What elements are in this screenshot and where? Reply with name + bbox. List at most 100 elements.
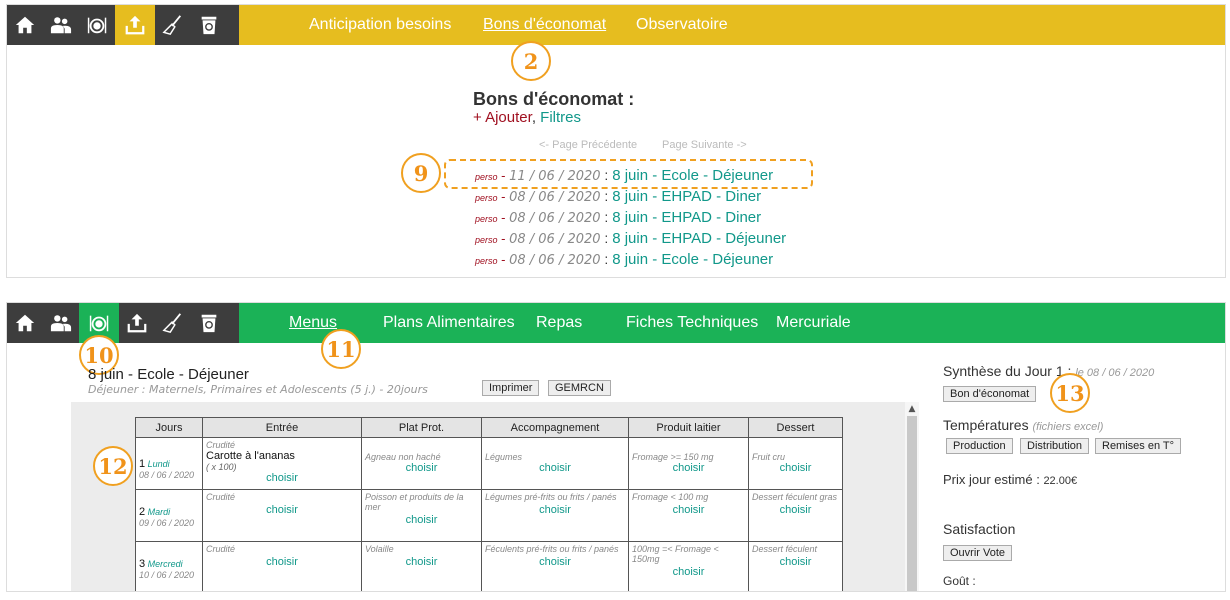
category-label: Agneau non haché [365, 452, 441, 462]
col-header-produit-laitier: Produit laitier [628, 417, 749, 438]
choose-link[interactable]: choisir [206, 504, 358, 516]
prix-jour: Prix jour estimé : 22.00€ [943, 472, 1077, 487]
recycle-bin-icon[interactable] [191, 303, 227, 343]
category-label: Volaille [365, 544, 394, 554]
temperatures-label: Températures [943, 417, 1029, 433]
category-label: Fruit cru [752, 452, 786, 462]
bon-title-link[interactable]: 8 juin - EHPAD - Déjeuner [612, 230, 786, 247]
bon-date: 08 / 06 / 2020 [509, 253, 601, 268]
menu-table: Jours Entrée Plat Prot. Accompagnement P… [135, 417, 843, 591]
choose-link[interactable]: choisir [485, 462, 625, 474]
broom-icon[interactable] [155, 303, 191, 343]
filters-link[interactable]: Filtres [540, 109, 581, 126]
choose-link[interactable]: choisir [365, 556, 478, 568]
bon-title-link[interactable]: 8 juin - EHPAD - Diner [612, 209, 761, 226]
bon-date: 11 / 06 / 2020 [509, 169, 601, 184]
plat-cell: Volaille choisir [361, 541, 482, 591]
plat-cell: Agneau non haché choisir [361, 437, 482, 490]
upload-icon[interactable] [119, 303, 155, 343]
fichiers-excel-note: (fichiers excel) [1032, 421, 1104, 433]
choose-link[interactable]: choisir [752, 504, 839, 516]
print-button[interactable]: Imprimer [482, 380, 540, 396]
choose-link[interactable]: choisir [752, 462, 839, 474]
choose-link[interactable]: choisir [752, 556, 839, 568]
nav-link-observatoire[interactable]: Observatoire [636, 16, 728, 34]
distribution-button[interactable]: Distribution [1020, 438, 1090, 454]
nav-link-plans-alimentaires[interactable]: Plans Alimentaires [383, 314, 515, 332]
bon-title-link[interactable]: 8 juin - Ecole - Déjeuner [612, 251, 773, 268]
table-row: 1 Lundi 08 / 06 / 2020 Crudité Carotte à… [135, 437, 843, 490]
choose-link[interactable]: choisir [365, 462, 478, 474]
category-label: Fromage >= 150 mg [632, 452, 714, 462]
nav-link-mercuriale[interactable]: Mercuriale [776, 314, 851, 332]
bon-row[interactable]: perso - 08 / 06 / 2020 : 8 juin - Ecole … [475, 251, 773, 269]
prix-value: 22.00€ [1043, 475, 1078, 487]
bon-row[interactable]: perso - 08 / 06 / 2020 : 8 juin - EHPAD … [475, 230, 786, 248]
category-label: Crudité [206, 440, 236, 450]
col-header-accompagnement: Accompagnement [481, 417, 629, 438]
synthese-label: Synthèse du Jour 1 : [943, 363, 1072, 379]
upload-icon[interactable] [115, 5, 155, 45]
nav-link-menus[interactable]: Menus [289, 314, 337, 332]
bon-title-link[interactable]: 8 juin - Ecole - Déjeuner [612, 167, 773, 184]
category-label: Féculents pré-frits ou frits / panés [485, 544, 619, 554]
scroll-up-arrow-icon[interactable]: ▲ [907, 404, 917, 414]
callout-badge-9: 9 [401, 153, 441, 193]
plate-cutlery-icon[interactable] [79, 5, 115, 45]
nav-link-fiches-techniques[interactable]: Fiches Techniques [626, 314, 758, 332]
choose-link[interactable]: choisir [485, 504, 625, 516]
users-icon[interactable] [43, 303, 79, 343]
choose-link[interactable]: choisir [632, 504, 745, 516]
choose-link[interactable]: choisir [632, 462, 745, 474]
bon-title-link[interactable]: 8 juin - EHPAD - Diner [612, 188, 761, 205]
scrollbar-thumb[interactable] [907, 416, 917, 591]
add-link[interactable]: + Ajouter [473, 109, 532, 126]
vertical-scrollbar[interactable]: ▲ [905, 402, 919, 591]
choose-link[interactable]: choisir [485, 556, 625, 568]
day-name: Mercredi [147, 559, 183, 569]
bon-date: 08 / 06 / 2020 [509, 190, 601, 205]
next-page-link[interactable]: Page Suivante -> [662, 139, 747, 151]
bon-row[interactable]: perso - 08 / 06 / 2020 : 8 juin - EHPAD … [475, 209, 761, 227]
day-name: Lundi [147, 459, 170, 469]
prev-page-link[interactable]: <- Page Précédente [539, 139, 637, 151]
bons-economat-panel: Anticipation besoins Bons d'économat Obs… [6, 4, 1226, 278]
nav-link-repas[interactable]: Repas [536, 314, 582, 332]
col-header-dessert: Dessert [748, 417, 843, 438]
category-label: Dessert féculent gras [752, 492, 838, 502]
bon-row[interactable]: perso - 11 / 06 / 2020 : 8 juin - Ecole … [475, 167, 773, 185]
day-name: Mardi [147, 507, 171, 517]
col-header-entree: Entrée [202, 417, 362, 438]
choose-link[interactable]: choisir [206, 556, 358, 568]
choose-link[interactable]: choisir [206, 472, 358, 484]
choose-link[interactable]: choisir [365, 514, 478, 526]
bon-row[interactable]: perso - 08 / 06 / 2020 : 8 juin - EHPAD … [475, 188, 761, 206]
production-button[interactable]: Production [946, 438, 1013, 454]
menu-title: 8 juin - Ecole - Déjeuner [88, 366, 249, 383]
dish-quantity: ( x 100) [206, 462, 237, 472]
gemrcn-button[interactable]: GEMRCN [548, 380, 611, 396]
dish-name: Carotte à l'ananas [206, 450, 295, 462]
actions-separator: , [531, 109, 536, 126]
home-icon[interactable] [7, 303, 43, 343]
category-label: Fromage < 100 mg [632, 492, 709, 502]
broom-icon[interactable] [155, 5, 191, 45]
entree-cell: Crudité choisir [202, 541, 362, 591]
nav-link-bons-economat[interactable]: Bons d'économat [483, 16, 606, 34]
plat-cell: Poisson et produits de la mer choisir [361, 489, 482, 542]
remises-en-temperature-button[interactable]: Remises en T° [1095, 438, 1182, 454]
gout-label: Goût : [943, 574, 976, 588]
open-vote-button[interactable]: Ouvrir Vote [943, 545, 1013, 561]
day-cell: 3 Mercredi 10 / 06 / 2020 [135, 541, 203, 591]
choose-link[interactable]: choisir [632, 566, 745, 578]
users-icon[interactable] [43, 5, 79, 45]
bon-economat-button[interactable]: Bon d'économat [943, 386, 1037, 402]
perso-tag: perso [475, 193, 498, 203]
module-icon-bar [7, 5, 239, 45]
category-label: 100mg =< Fromage < 150mg [632, 544, 719, 564]
dessert-cell: Dessert féculent gras choisir [748, 489, 843, 542]
home-icon[interactable] [7, 5, 43, 45]
day-date: 08 / 06 / 2020 [139, 470, 195, 480]
recycle-bin-icon[interactable] [191, 5, 227, 45]
nav-link-anticipation-besoins[interactable]: Anticipation besoins [309, 16, 451, 34]
